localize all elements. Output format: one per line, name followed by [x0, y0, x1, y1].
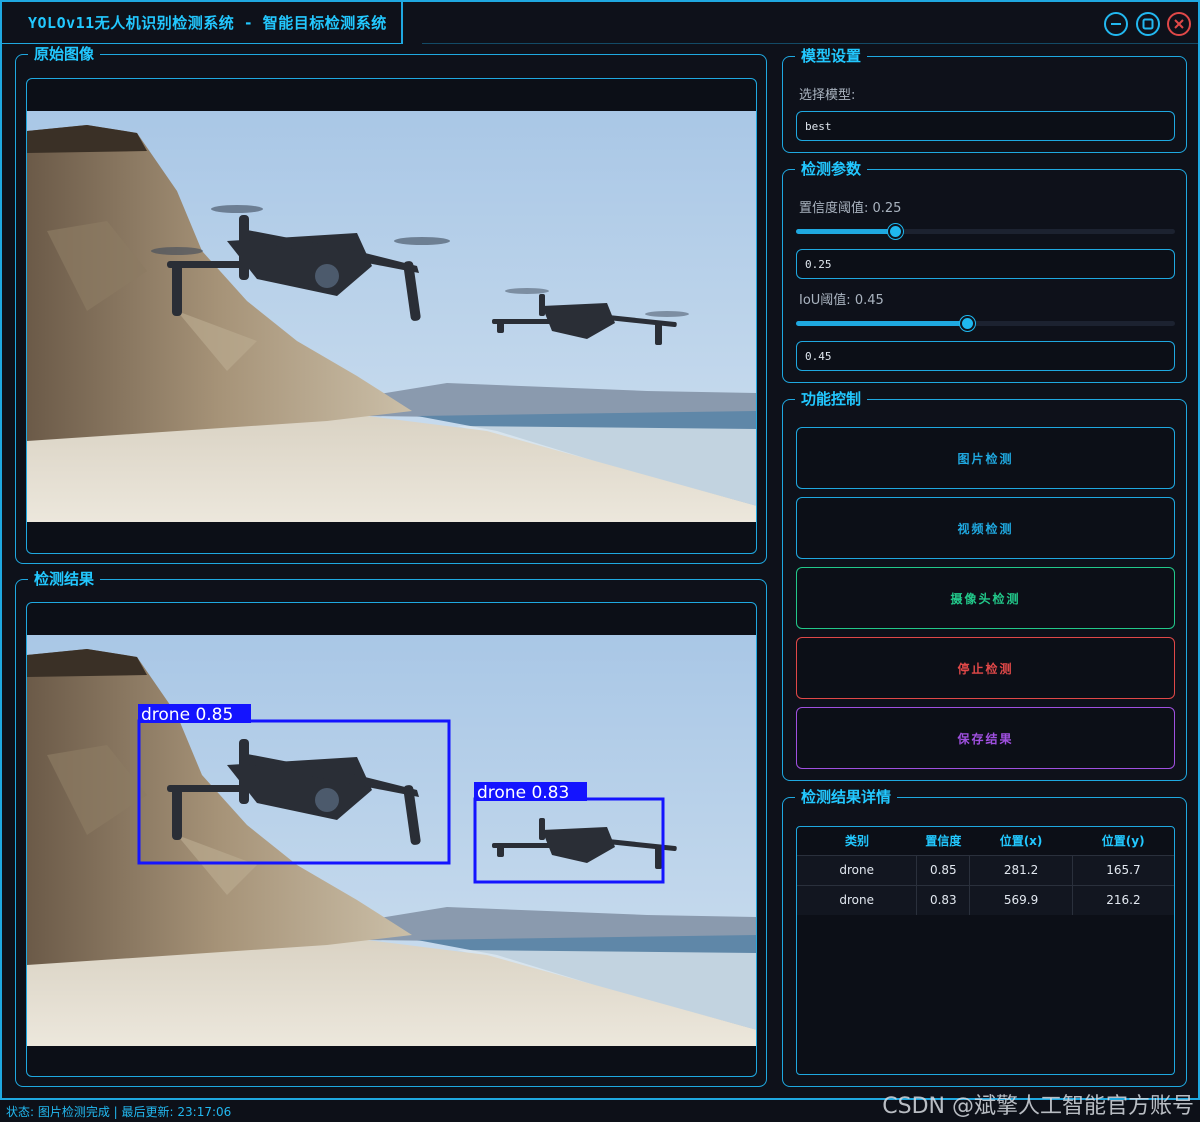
model-select-label: 选择模型: — [799, 88, 856, 103]
cell-class: drone — [797, 854, 918, 885]
model-settings-panel: 模型设置 选择模型: best — [782, 46, 1187, 153]
cell-confidence: 0.83 — [916, 884, 971, 915]
window-title: YOLOv11无人机识别检测系统 - 智能目标检测系统 — [28, 14, 387, 32]
title-bar: YOLOv11无人机识别检测系统 - 智能目标检测系统 — [2, 2, 1198, 44]
app-window: YOLOv11无人机识别检测系统 - 智能目标检测系统 原始图像 检测结果 dr… — [0, 0, 1200, 1100]
detection-details-panel: 检测结果详情 类别 置信度 位置(x) 位置(y) drone 0.85 281… — [782, 787, 1187, 1087]
close-icon — [1174, 19, 1184, 29]
status-text: 状态: 图片检测完成 | 最后更新: 23:17:06 — [6, 1104, 232, 1119]
column-header-confidence[interactable]: 置信度 — [917, 827, 970, 855]
detection-details-title: 检测结果详情 — [795, 787, 898, 807]
confidence-slider-handle[interactable] — [887, 224, 903, 239]
table-row[interactable]: drone 0.83 569.9 216.2 — [797, 884, 1174, 915]
cell-x: 569.9 — [969, 884, 1073, 915]
confidence-input[interactable]: 0.25 — [796, 249, 1175, 279]
detection-label-1: drone 0.85 — [141, 705, 233, 725]
video-detect-button[interactable]: 视频检测 — [796, 497, 1175, 559]
watermark: CSDN @斌擎人工智能官方账号 — [882, 1094, 1194, 1119]
iou-slider[interactable] — [796, 316, 1175, 331]
function-controls-title: 功能控制 — [795, 389, 868, 409]
detection-params-title: 检测参数 — [795, 159, 868, 179]
result-image-panel: 检测结果 drone 0.85 drone 0.83 — [15, 569, 767, 1087]
iou-label: IoU阈值: 0.45 — [799, 293, 884, 308]
results-table-container: 类别 置信度 位置(x) 位置(y) drone 0.85 281.2 165.… — [796, 826, 1175, 1075]
confidence-label: 置信度阈值: 0.25 — [799, 201, 902, 216]
column-header-y[interactable]: 位置(y) — [1072, 827, 1174, 855]
model-select[interactable]: best — [796, 111, 1175, 141]
original-image-frame — [26, 78, 757, 554]
cell-confidence: 0.85 — [916, 854, 971, 885]
column-header-class[interactable]: 类别 — [797, 827, 917, 855]
cell-y: 165.7 — [1072, 854, 1174, 885]
iou-slider-fill — [796, 321, 967, 326]
original-image — [27, 111, 756, 522]
result-image-frame: drone 0.85 drone 0.83 — [26, 602, 757, 1077]
stop-detect-button[interactable]: 停止检测 — [796, 637, 1175, 699]
confidence-slider-fill — [796, 229, 895, 234]
iou-slider-handle[interactable] — [959, 316, 975, 331]
cell-class: drone — [797, 884, 918, 915]
original-image-title: 原始图像 — [28, 44, 101, 64]
maximize-button[interactable] — [1136, 12, 1160, 36]
function-controls-panel: 功能控制 图片检测 视频检测 摄像头检测 停止检测 保存结果 — [782, 389, 1187, 781]
image-detect-button[interactable]: 图片检测 — [796, 427, 1175, 489]
title-divider — [422, 43, 1198, 44]
title-tab: YOLOv11无人机识别检测系统 - 智能目标检测系统 — [2, 2, 403, 44]
cell-x: 281.2 — [969, 854, 1073, 885]
results-table: 类别 置信度 位置(x) 位置(y) drone 0.85 281.2 165.… — [797, 827, 1174, 915]
maximize-icon — [1142, 18, 1154, 30]
confidence-slider[interactable] — [796, 224, 1175, 239]
detection-label-2: drone 0.83 — [477, 783, 569, 803]
original-image-panel: 原始图像 — [15, 44, 767, 564]
iou-input[interactable]: 0.45 — [796, 341, 1175, 371]
column-header-x[interactable]: 位置(x) — [970, 827, 1073, 855]
minimize-icon — [1111, 23, 1121, 25]
result-image: drone 0.85 drone 0.83 — [27, 635, 756, 1046]
result-image-title: 检测结果 — [28, 569, 101, 589]
detection-params-panel: 检测参数 置信度阈值: 0.25 0.25 IoU阈值: 0.45 0.45 — [782, 159, 1187, 383]
save-result-button[interactable]: 保存结果 — [796, 707, 1175, 769]
minimize-button[interactable] — [1104, 12, 1128, 36]
model-settings-title: 模型设置 — [795, 46, 868, 66]
close-button[interactable] — [1167, 12, 1191, 36]
cell-y: 216.2 — [1072, 884, 1174, 915]
camera-detect-button[interactable]: 摄像头检测 — [796, 567, 1175, 629]
table-header-row: 类别 置信度 位置(x) 位置(y) — [797, 827, 1174, 855]
table-row[interactable]: drone 0.85 281.2 165.7 — [797, 854, 1174, 885]
